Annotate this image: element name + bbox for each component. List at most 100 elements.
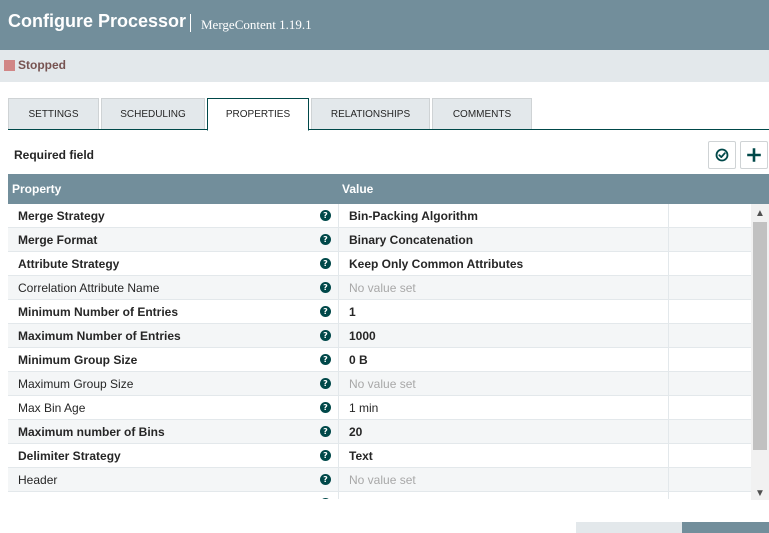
- required-field-legend: Required field: [14, 148, 95, 162]
- table-row[interactable]: Minimum Group Size? 0 B: [8, 348, 751, 372]
- apply-button[interactable]: [682, 522, 769, 533]
- help-icon[interactable]: ?: [320, 354, 331, 365]
- property-value[interactable]: 20: [349, 425, 362, 439]
- tabs-underline: [8, 129, 769, 130]
- help-icon[interactable]: ?: [320, 210, 331, 221]
- stopped-icon: [4, 60, 15, 71]
- table-row[interactable]: Minimum Number of Entries? 1: [8, 300, 751, 324]
- help-icon[interactable]: ?: [320, 426, 331, 437]
- help-icon[interactable]: ?: [320, 378, 331, 389]
- status-bar: [0, 50, 769, 82]
- table-row[interactable]: Header? No value set: [8, 468, 751, 492]
- help-icon[interactable]: ?: [320, 282, 331, 293]
- table-row[interactable]: Merge Format? Binary Concatenation: [8, 228, 751, 252]
- property-value[interactable]: Binary Concatenation: [349, 233, 473, 247]
- column-header-value: Value: [342, 182, 374, 196]
- column-divider: [338, 492, 339, 499]
- tab-properties[interactable]: PROPERTIES: [207, 98, 309, 131]
- column-divider: [668, 300, 669, 324]
- table-row[interactable]: Maximum Number of Entries? 1000: [8, 324, 751, 348]
- help-icon[interactable]: ?: [320, 402, 331, 413]
- property-value[interactable]: 1 min: [349, 401, 378, 415]
- column-divider: [668, 444, 669, 468]
- property-name: Merge Strategy: [18, 209, 105, 223]
- check-circle-icon: [715, 148, 729, 162]
- table-row[interactable]: Correlation Attribute Name? No value set: [8, 276, 751, 300]
- column-divider: [338, 300, 339, 324]
- property-value[interactable]: 1: [349, 305, 356, 319]
- column-divider: [668, 252, 669, 276]
- title-separator: [190, 14, 191, 32]
- table-row[interactable]: Maximum number of Bins? 20: [8, 420, 751, 444]
- property-value[interactable]: No value set: [349, 497, 416, 499]
- property-name: Header: [18, 473, 58, 487]
- property-value[interactable]: Text: [349, 449, 373, 463]
- cancel-button[interactable]: [576, 522, 682, 533]
- property-value[interactable]: No value set: [349, 473, 416, 487]
- property-name: Minimum Group Size: [18, 353, 138, 367]
- column-divider: [338, 444, 339, 468]
- help-icon[interactable]: ?: [320, 498, 331, 499]
- column-divider: [338, 420, 339, 444]
- property-name: Correlation Attribute Name: [18, 281, 160, 295]
- plus-icon: [747, 148, 761, 162]
- status-label: Stopped: [18, 58, 66, 72]
- column-divider: [338, 228, 339, 252]
- scroll-up-arrow-icon[interactable]: ▲: [753, 206, 767, 220]
- column-divider: [338, 348, 339, 372]
- property-name: Delimiter Strategy: [18, 449, 121, 463]
- table-row[interactable]: Footer? No value set: [8, 492, 751, 499]
- column-divider: [668, 276, 669, 300]
- column-divider: [668, 468, 669, 492]
- property-name: Minimum Number of Entries: [18, 305, 179, 319]
- column-divider: [668, 372, 669, 396]
- verify-properties-button[interactable]: [708, 141, 736, 169]
- property-value[interactable]: No value set: [349, 281, 416, 295]
- column-divider: [668, 204, 669, 228]
- scroll-down-arrow-icon[interactable]: ▼: [753, 486, 767, 500]
- property-name: Attribute Strategy: [18, 257, 120, 271]
- tab-scheduling[interactable]: SCHEDULING: [101, 98, 205, 130]
- table-row[interactable]: Merge Strategy? Bin-Packing Algorithm: [8, 204, 751, 228]
- scrollbar-thumb[interactable]: [753, 222, 767, 450]
- column-divider: [338, 468, 339, 492]
- property-value[interactable]: Bin-Packing Algorithm: [349, 209, 478, 223]
- column-divider: [338, 372, 339, 396]
- help-icon[interactable]: ?: [320, 234, 331, 245]
- property-name: Max Bin Age: [18, 401, 86, 415]
- help-icon[interactable]: ?: [320, 258, 331, 269]
- property-value[interactable]: 0 B: [349, 353, 368, 367]
- table-row[interactable]: Delimiter Strategy? Text: [8, 444, 751, 468]
- properties-table-header: [8, 174, 769, 204]
- help-icon[interactable]: ?: [320, 306, 331, 317]
- property-name: Footer: [18, 497, 53, 499]
- column-divider: [668, 324, 669, 348]
- property-name: Maximum Group Size: [18, 377, 134, 391]
- column-divider: [338, 396, 339, 420]
- help-icon[interactable]: ?: [320, 474, 331, 485]
- processor-type-version: MergeContent 1.19.1: [201, 17, 312, 32]
- tab-relationships[interactable]: RELATIONSHIPS: [311, 98, 430, 130]
- help-icon[interactable]: ?: [320, 450, 331, 461]
- column-divider: [338, 204, 339, 228]
- column-divider: [668, 348, 669, 372]
- column-divider: [668, 492, 669, 499]
- property-value[interactable]: Keep Only Common Attributes: [349, 257, 523, 271]
- add-property-button[interactable]: [740, 141, 768, 169]
- tab-comments[interactable]: COMMENTS: [432, 98, 532, 130]
- property-name: Maximum Number of Entries: [18, 329, 181, 343]
- column-divider: [338, 324, 339, 348]
- table-row[interactable]: Max Bin Age? 1 min: [8, 396, 751, 420]
- column-divider: [668, 420, 669, 444]
- help-icon[interactable]: ?: [320, 330, 331, 341]
- table-row[interactable]: Attribute Strategy? Keep Only Common Attr…: [8, 252, 751, 276]
- column-header-property: Property: [12, 182, 62, 196]
- dialog-title: Configure Processor: [8, 11, 187, 31]
- column-divider: [338, 276, 339, 300]
- property-value[interactable]: 1000: [349, 329, 376, 343]
- property-value[interactable]: No value set: [349, 377, 416, 391]
- column-divider: [668, 396, 669, 420]
- property-name: Merge Format: [18, 233, 98, 247]
- table-row[interactable]: Maximum Group Size? No value set: [8, 372, 751, 396]
- tab-settings[interactable]: SETTINGS: [8, 98, 99, 130]
